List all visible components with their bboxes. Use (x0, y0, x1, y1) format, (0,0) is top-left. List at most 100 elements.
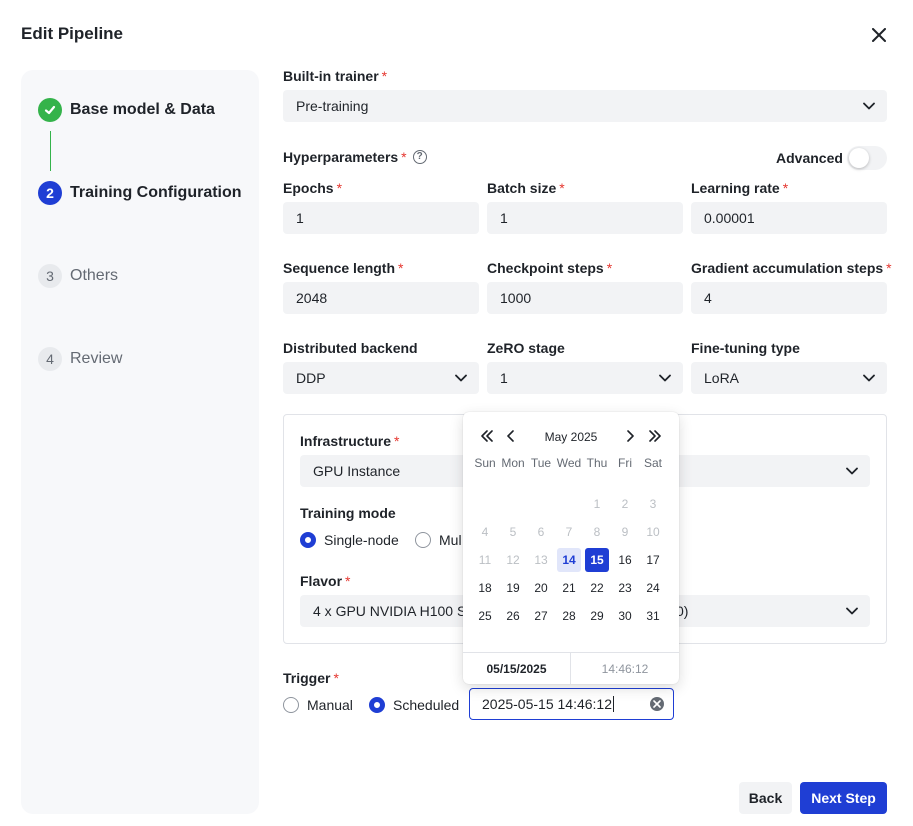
distributed-backend-label: Distributed backend (283, 340, 418, 356)
calendar-weekday: Sat (643, 456, 662, 470)
radio-label: Mul (439, 532, 462, 548)
calendar-day[interactable]: 11 (473, 548, 497, 572)
steps-sidebar: Base model & Data 2 Training Configurati… (21, 70, 259, 814)
sequence-length-input[interactable]: 2048 (283, 282, 479, 314)
calendar-day[interactable]: 5 (501, 520, 525, 544)
chevron-right-icon[interactable] (622, 427, 638, 445)
calendar-day[interactable]: 16 (613, 548, 637, 572)
trainer-label: Built-in trainer * (283, 68, 388, 84)
finetuning-type-value: LoRA (704, 370, 740, 386)
double-chevron-right-icon[interactable] (647, 427, 663, 445)
step-others[interactable]: 3 Others (38, 264, 118, 288)
distributed-backend-select[interactable]: DDP (283, 362, 479, 394)
check-icon (38, 98, 62, 122)
radio-manual[interactable]: Manual (283, 697, 353, 713)
distributed-backend-value: DDP (296, 370, 326, 386)
flavor-label: Flavor * (300, 573, 351, 589)
chevron-down-icon (863, 102, 875, 110)
advanced-label: Advanced (776, 150, 843, 166)
radio-label: Scheduled (393, 697, 460, 713)
calendar-day[interactable]: 12 (501, 548, 525, 572)
hyperparameters-label: Hyperparameters * ? (283, 149, 427, 165)
calendar-day[interactable]: 22 (585, 576, 609, 600)
step-label: Review (70, 350, 123, 367)
calendar-weekday: Fri (618, 456, 632, 470)
calendar-day[interactable]: 20 (529, 576, 553, 600)
infrastructure-value: GPU Instance (313, 463, 401, 479)
calendar-day[interactable]: 18 (473, 576, 497, 600)
calendar-day[interactable]: 7 (557, 520, 581, 544)
calendar-day[interactable]: 25 (473, 604, 497, 628)
calendar-weekday: Sun (474, 456, 496, 470)
calendar-day[interactable]: 27 (529, 604, 553, 628)
calendar-day[interactable]: 2 (613, 492, 637, 516)
radio-dot (369, 697, 385, 713)
calendar-day[interactable]: 13 (529, 548, 553, 572)
zero-stage-label: ZeRO stage (487, 340, 565, 356)
chevron-down-icon (846, 607, 858, 615)
calendar-day[interactable]: 31 (641, 604, 665, 628)
back-button[interactable]: Back (739, 782, 792, 814)
sequence-length-label: Sequence length * (283, 260, 404, 276)
calendar-day[interactable]: 23 (613, 576, 637, 600)
clear-icon[interactable] (650, 697, 664, 711)
checkpoint-steps-input[interactable]: 1000 (487, 282, 683, 314)
epochs-label: Epochs * (283, 180, 343, 196)
calendar-day[interactable]: 24 (641, 576, 665, 600)
zero-stage-select[interactable]: 1 (487, 362, 683, 394)
calendar-day[interactable]: 4 (473, 520, 497, 544)
epochs-input[interactable]: 1 (283, 202, 479, 234)
step-label: Others (70, 267, 119, 284)
chevron-down-icon (455, 374, 467, 382)
calendar-selected-time[interactable]: 14:46:12 (571, 662, 679, 676)
calendar-day[interactable]: 15 (585, 548, 609, 572)
calendar-day[interactable]: 1 (585, 492, 609, 516)
finetuning-type-select[interactable]: LoRA (691, 362, 887, 394)
calendar-day[interactable]: 10 (641, 520, 665, 544)
trigger-label: Trigger * (283, 670, 339, 686)
calendar-day[interactable]: 19 (501, 576, 525, 600)
schedule-datetime-input[interactable]: 2025-05-15 14:46:12 (469, 688, 674, 720)
calendar-day[interactable]: 6 (529, 520, 553, 544)
next-step-button[interactable]: Next Step (800, 782, 887, 814)
flavor-value: 4 x GPU NVIDIA H100 SX (313, 603, 476, 619)
radio-dot (300, 532, 316, 548)
grad-accum-label: Gradient accumulation steps * (691, 260, 892, 276)
advanced-toggle[interactable] (847, 146, 887, 170)
batch-size-input[interactable]: 1 (487, 202, 683, 234)
step-training-configuration[interactable]: 2 Training Configuration (38, 181, 242, 205)
chevron-down-icon (846, 467, 858, 475)
radio-dot (415, 532, 431, 548)
help-icon[interactable]: ? (412, 150, 427, 164)
step-label: Training Configuration (70, 184, 242, 201)
zero-stage-value: 1 (500, 370, 508, 386)
step-base-model[interactable]: Base model & Data (38, 98, 215, 122)
calendar-day[interactable]: 3 (641, 492, 665, 516)
radio-multi-node[interactable]: Mul (415, 532, 462, 548)
modal-title: Edit Pipeline (21, 24, 124, 43)
step-label: Base model & Data (70, 101, 215, 118)
calendar-day[interactable]: 26 (501, 604, 525, 628)
step-review[interactable]: 4 Review (38, 347, 122, 371)
radio-scheduled[interactable]: Scheduled (369, 697, 459, 713)
calendar-day[interactable]: 17 (641, 548, 665, 572)
trainer-select[interactable]: Pre-training (283, 90, 887, 122)
calendar-day[interactable]: 29 (585, 604, 609, 628)
calendar-weekday: Tue (530, 456, 552, 470)
step-number: 3 (38, 264, 62, 288)
calendar-day[interactable]: 30 (613, 604, 637, 628)
radio-single-node[interactable]: Single-node (300, 532, 399, 548)
calendar-day[interactable]: 14 (557, 548, 581, 572)
calendar-day[interactable]: 9 (613, 520, 637, 544)
radio-label: Manual (307, 697, 353, 713)
calendar-day[interactable]: 8 (585, 520, 609, 544)
close-icon[interactable] (868, 24, 890, 46)
datetime-value: 2025-05-15 14:46:12 (482, 696, 612, 712)
calendar-day[interactable]: 28 (557, 604, 581, 628)
calendar-selected-date[interactable]: 05/15/2025 (463, 662, 570, 676)
learning-rate-input[interactable]: 0.00001 (691, 202, 887, 234)
calendar-weekday: Thu (586, 456, 608, 470)
grad-accum-input[interactable]: 4 (691, 282, 887, 314)
calendar-day[interactable]: 21 (557, 576, 581, 600)
step-number: 2 (38, 181, 62, 205)
